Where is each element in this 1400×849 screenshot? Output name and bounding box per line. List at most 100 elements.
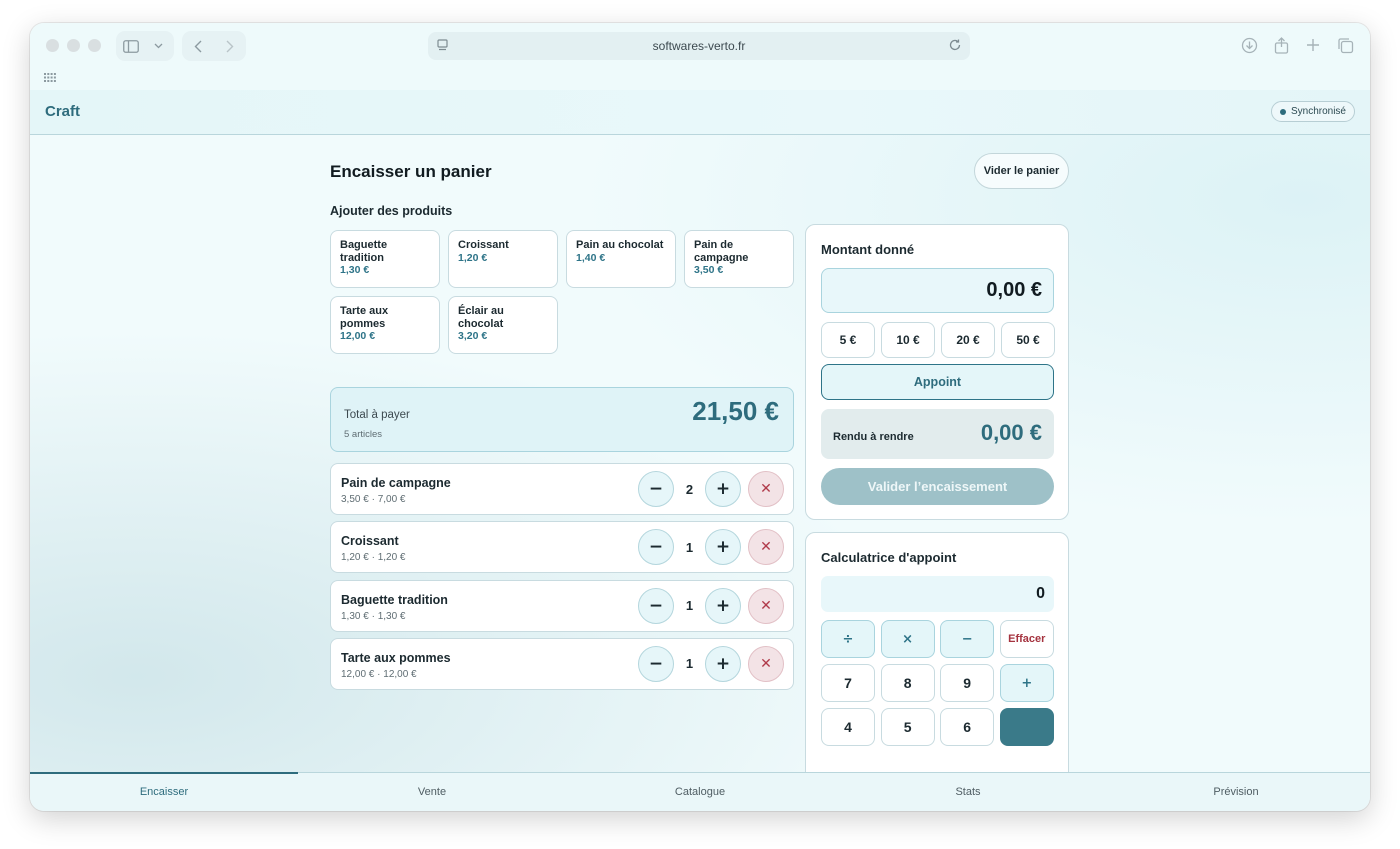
quantity-stepper: − 1 + ✕ [638, 529, 784, 566]
total-amount: 21,50 € [692, 396, 779, 426]
calculator-keypad: ÷ × − Effacer 7 8 9 + 4 5 6 [821, 620, 1054, 746]
quantity-stepper: − 1 + ✕ [638, 645, 784, 682]
cart-item-name: Croissant [341, 534, 399, 549]
decrease-button[interactable]: − [638, 529, 674, 566]
checkout-main: Encaisser un panier Vider le panier Ajou… [30, 135, 1370, 772]
digit-8-key[interactable]: 8 [880, 664, 935, 702]
amount-given-input[interactable]: 0,00 € [821, 268, 1054, 313]
digit-9-key[interactable]: 9 [940, 664, 995, 702]
change-calculator: Calculatrice d'appoint 0 ÷ × − Effacer 7… [805, 532, 1069, 772]
product-price: 1,20 € [458, 251, 488, 264]
sync-dot-icon [1279, 108, 1286, 115]
subtract-key[interactable]: − [940, 620, 995, 658]
cart-item: Pain de campagne 3,50 € · 7,00 € − 2 + ✕ [330, 463, 794, 515]
product-card[interactable]: Pain de campagne 3,50 € [684, 230, 794, 288]
tab-encaisser[interactable]: Encaisser [30, 772, 298, 811]
product-card[interactable]: Baguette tradition 1,30 € [330, 230, 440, 288]
product-name: Pain au chocolat [576, 239, 664, 251]
change-due-label: Rendu à rendre [833, 431, 914, 443]
back-icon[interactable] [182, 31, 214, 61]
product-card[interactable]: Éclair au chocolat 3,20 € [448, 296, 558, 354]
digit-7-key[interactable]: 7 [821, 664, 875, 702]
increase-button[interactable]: + [705, 471, 741, 507]
minimize-window-button[interactable] [67, 39, 80, 52]
tab-overview-icon[interactable] [1336, 36, 1354, 54]
increase-button[interactable]: + [705, 587, 741, 624]
amount-given-title: Montant donné [821, 242, 915, 257]
equals-key[interactable] [999, 708, 1054, 746]
quick-amount-button[interactable]: 5 € [821, 322, 875, 358]
payment-panel: Montant donné 0,00 € 5 € 10 € 20 € 50 € … [805, 224, 1069, 520]
reload-icon[interactable] [948, 38, 962, 55]
tab-vente[interactable]: Vente [298, 773, 566, 811]
forward-icon[interactable] [214, 31, 246, 61]
quick-amount-button[interactable]: 20 € [941, 322, 995, 358]
multiply-key[interactable]: × [880, 620, 935, 658]
quantity-value: 1 [685, 539, 694, 555]
product-card[interactable]: Croissant 1,20 € [448, 230, 558, 288]
quantity-stepper: − 1 + ✕ [638, 587, 784, 624]
decrease-button[interactable]: − [638, 471, 674, 507]
product-card[interactable]: Tarte aux pommes 12,00 € [330, 296, 440, 354]
validate-payment-button[interactable]: Valider l’encaissement [821, 468, 1054, 505]
decrease-button[interactable]: − [638, 645, 674, 682]
close-window-button[interactable] [46, 39, 59, 52]
product-name: Pain de campagne [694, 239, 749, 264]
browser-actions [1240, 36, 1354, 54]
cart-item-subtotal: 1,30 € · 1,30 € [341, 610, 406, 622]
sidebar-icon[interactable] [116, 31, 146, 61]
cart-item-name: Pain de campagne [341, 476, 451, 490]
quantity-value: 2 [685, 481, 694, 497]
window-controls [46, 39, 101, 52]
address-bar[interactable]: softwares-verto.fr [428, 32, 970, 60]
add-key[interactable]: + [999, 664, 1054, 702]
remove-item-button[interactable]: ✕ [748, 587, 784, 624]
digit-6-key[interactable]: 6 [940, 708, 995, 746]
cart-item-name: Baguette tradition [341, 592, 448, 607]
remove-item-button[interactable]: ✕ [748, 645, 784, 682]
increase-button[interactable]: + [705, 529, 741, 566]
cart-item-name: Tarte aux pommes [341, 650, 451, 665]
page-title: Encaisser un panier [330, 162, 492, 181]
sync-status-text: Synchronisé [1290, 106, 1346, 117]
cart-item: Baguette tradition 1,30 € · 1,30 € − 1 +… [330, 579, 794, 632]
clear-key[interactable]: Effacer [999, 620, 1054, 658]
increase-button[interactable]: + [705, 645, 741, 682]
sidebar-toggle-group [116, 31, 174, 61]
product-card[interactable]: Pain au chocolat 1,40 € [566, 230, 676, 288]
apps-grid-icon[interactable] [44, 69, 56, 87]
tab-stats[interactable]: Stats [834, 773, 1102, 811]
divide-key[interactable]: ÷ [821, 620, 875, 658]
browser-window: softwares-verto.fr Craft Synchronisé Enc… [30, 23, 1370, 811]
app-header: Craft Synchronisé [30, 90, 1370, 135]
sync-status-badge: Synchronisé [1270, 101, 1355, 122]
digit-5-key[interactable]: 5 [880, 708, 935, 746]
exact-amount-button[interactable]: Appoint [821, 364, 1054, 400]
decrease-button[interactable]: − [638, 587, 674, 624]
maximize-window-button[interactable] [88, 39, 101, 52]
download-icon[interactable] [1240, 36, 1258, 54]
cart-item-subtotal: 12,00 € · 12,00 € [341, 668, 417, 680]
cart-item: Tarte aux pommes 12,00 € · 12,00 € − 1 +… [330, 637, 794, 690]
remove-item-button[interactable]: ✕ [748, 471, 784, 507]
app-brand[interactable]: Craft [45, 103, 80, 120]
cart-item: Croissant 1,20 € · 1,20 € − 1 + ✕ [330, 521, 794, 574]
new-tab-icon[interactable] [1304, 36, 1322, 54]
chevron-down-icon[interactable] [146, 31, 170, 61]
product-price: 3,20 € [458, 330, 488, 342]
quantity-value: 1 [685, 656, 694, 672]
clear-cart-button[interactable]: Vider le panier [974, 153, 1069, 189]
history-nav-group [182, 31, 246, 61]
page-menu-icon[interactable] [436, 38, 450, 55]
remove-item-button[interactable]: ✕ [748, 529, 784, 566]
tab-prevision[interactable]: Prévision [1102, 773, 1370, 811]
tab-catalogue[interactable]: Catalogue [566, 773, 834, 811]
share-icon[interactable] [1272, 36, 1290, 54]
product-price: 1,40 € [576, 251, 606, 264]
change-due-box: Rendu à rendre 0,00 € [821, 409, 1054, 459]
digit-4-key[interactable]: 4 [821, 708, 875, 746]
product-name: Éclair au chocolat [458, 305, 504, 330]
quick-amount-button[interactable]: 10 € [881, 322, 935, 358]
change-due-value: 0,00 € [980, 420, 1042, 445]
quick-amount-button[interactable]: 50 € [1001, 322, 1055, 358]
